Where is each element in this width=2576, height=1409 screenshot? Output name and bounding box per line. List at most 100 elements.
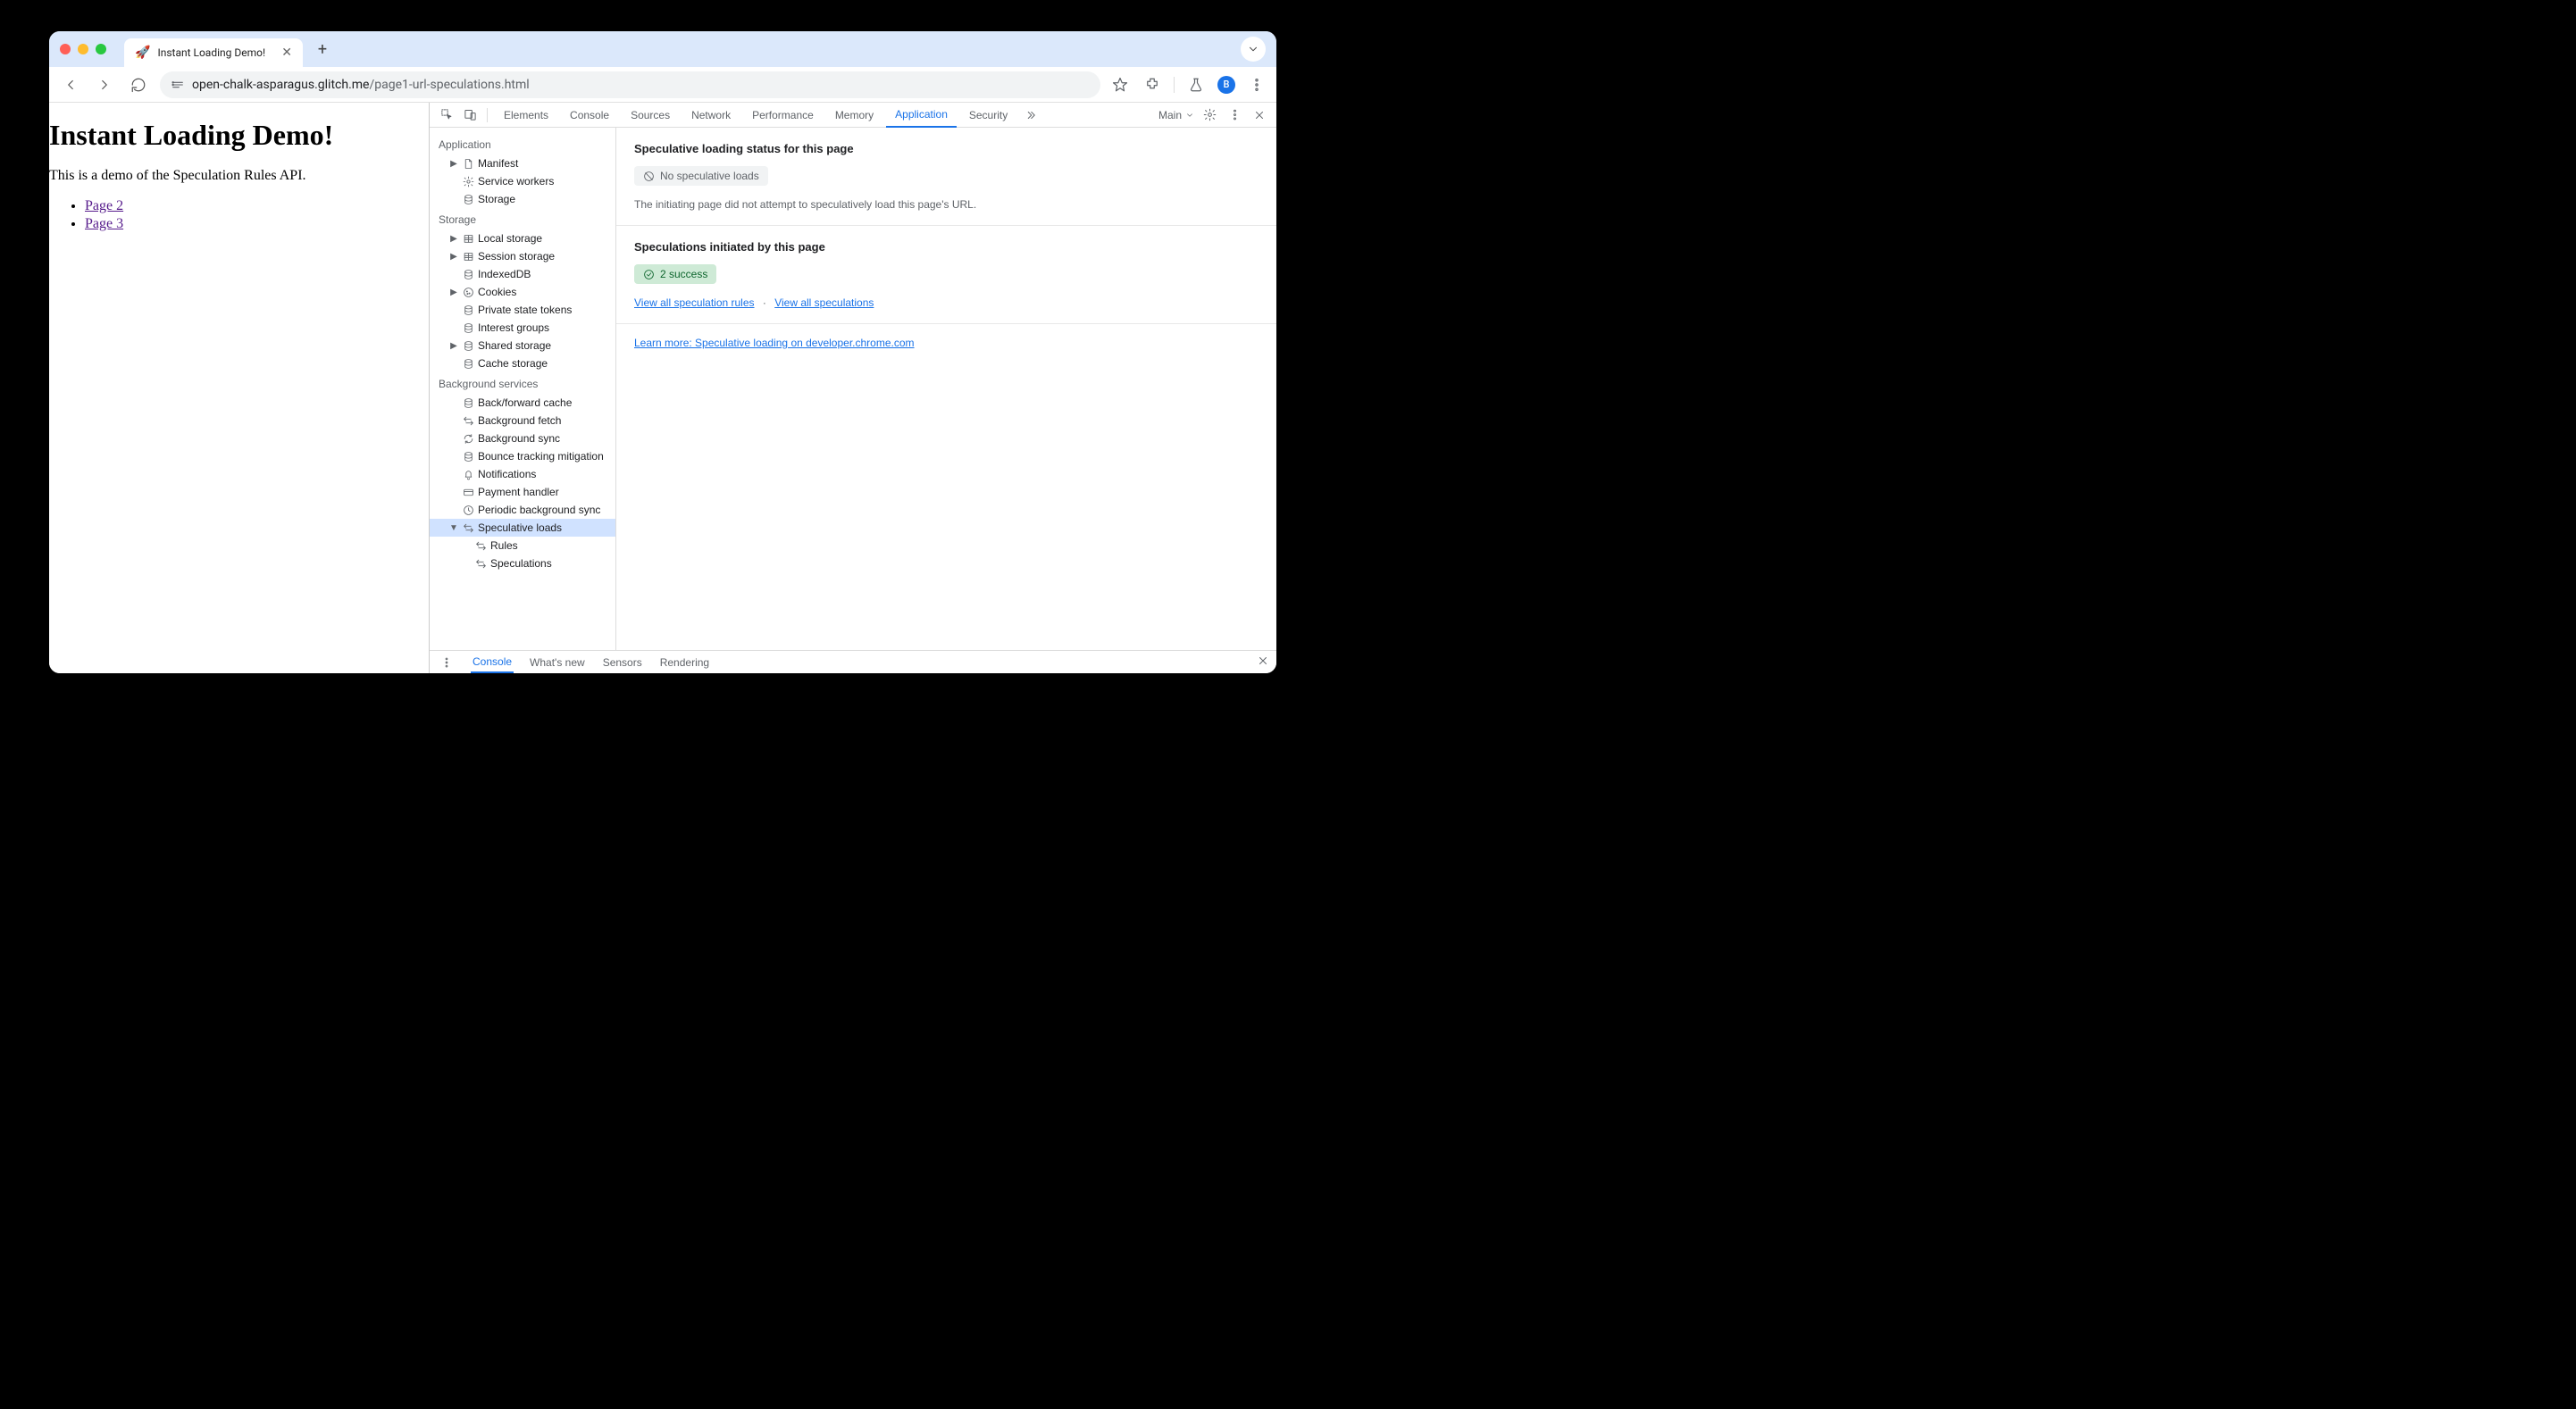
url-bar[interactable]: open-chalk-asparagus.glitch.me/page1-url…: [160, 71, 1100, 98]
db-icon: [462, 304, 474, 316]
drawer-tab-rendering[interactable]: Rendering: [658, 653, 711, 672]
separator: ·: [763, 296, 766, 309]
sidebar-item[interactable]: Private state tokens: [430, 301, 615, 319]
chevron-right-icon: ▶: [449, 341, 458, 351]
initiated-panel: Speculations initiated by this page 2 su…: [616, 226, 1276, 324]
back-button[interactable]: [58, 72, 83, 97]
sidebar-item-label: Back/forward cache: [478, 396, 572, 409]
swap-icon: [474, 539, 487, 552]
main-area: Instant Loading Demo! This is a demo of …: [49, 103, 1276, 673]
close-drawer-icon[interactable]: [1257, 654, 1269, 670]
sidebar-item[interactable]: Periodic background sync: [430, 501, 615, 519]
view-rules-link[interactable]: View all speculation rules: [634, 296, 755, 309]
close-devtools-icon[interactable]: [1250, 105, 1269, 125]
sidebar-item-label: Bounce tracking mitigation: [478, 450, 604, 463]
tab-performance[interactable]: Performance: [743, 103, 823, 128]
maximize-window-button[interactable]: [96, 44, 106, 54]
devtools-menu-icon[interactable]: [1225, 105, 1244, 125]
profile-avatar[interactable]: B: [1217, 76, 1235, 94]
db-icon: [462, 193, 474, 205]
sidebar-item[interactable]: IndexedDB: [430, 265, 615, 283]
sidebar-item[interactable]: Interest groups: [430, 319, 615, 337]
drawer-tab-sensors[interactable]: Sensors: [601, 653, 644, 672]
status-heading: Speculative loading status for this page: [634, 142, 1259, 155]
tab-overflow-button[interactable]: [1241, 37, 1266, 62]
sidebar-section-title: Storage: [430, 208, 615, 229]
more-tabs-icon[interactable]: [1020, 105, 1040, 125]
swap-icon: [462, 521, 474, 534]
sidebar-item[interactable]: ▶Local storage: [430, 229, 615, 247]
sidebar-item[interactable]: Back/forward cache: [430, 394, 615, 412]
chrome-menu-icon[interactable]: [1246, 74, 1267, 96]
sidebar-item[interactable]: Background sync: [430, 429, 615, 447]
sidebar-item[interactable]: ▶Session storage: [430, 247, 615, 265]
page-link[interactable]: Page 3: [85, 216, 123, 231]
tab-application[interactable]: Application: [886, 103, 957, 128]
sidebar-item[interactable]: Notifications: [430, 465, 615, 483]
separator: [487, 108, 488, 122]
page-link-list: Page 2 Page 3: [49, 198, 429, 232]
close-window-button[interactable]: [60, 44, 71, 54]
site-info-icon[interactable]: [171, 78, 185, 92]
initiated-heading: Speculations initiated by this page: [634, 240, 1259, 254]
sidebar-section-title: Application: [430, 133, 615, 154]
drawer-tab-console[interactable]: Console: [471, 652, 514, 673]
drawer-tab-whatsnew[interactable]: What's new: [528, 653, 587, 672]
tab-console[interactable]: Console: [561, 103, 618, 128]
sidebar-item-label: Local storage: [478, 232, 542, 245]
tab-title: Instant Loading Demo!: [157, 46, 265, 59]
status-description: The initiating page did not attempt to s…: [634, 198, 1259, 211]
close-tab-icon[interactable]: ✕: [281, 46, 292, 60]
labs-icon[interactable]: [1185, 74, 1207, 96]
sidebar-item[interactable]: ▶Cookies: [430, 283, 615, 301]
device-toggle-icon[interactable]: [460, 105, 480, 125]
sidebar-item-label: Service workers: [478, 175, 554, 188]
bookmark-icon[interactable]: [1109, 74, 1131, 96]
sidebar-item[interactable]: Storage: [430, 190, 615, 208]
view-speculations-link[interactable]: View all speculations: [774, 296, 874, 309]
sidebar-item[interactable]: Background fetch: [430, 412, 615, 429]
gear-icon: [462, 175, 474, 188]
learn-more-link[interactable]: Learn more: Speculative loading on devel…: [634, 337, 915, 349]
db-icon: [462, 396, 474, 409]
new-tab-button[interactable]: +: [310, 37, 335, 62]
sidebar-item-label: Session storage: [478, 250, 555, 263]
sidebar-item[interactable]: ▶Manifest: [430, 154, 615, 172]
minimize-window-button[interactable]: [78, 44, 88, 54]
tab-elements[interactable]: Elements: [495, 103, 557, 128]
address-bar: open-chalk-asparagus.glitch.me/page1-url…: [49, 67, 1276, 103]
block-icon: [643, 171, 655, 182]
success-badge: 2 success: [634, 264, 716, 284]
extensions-icon[interactable]: [1142, 74, 1163, 96]
list-item: Page 3: [85, 216, 429, 232]
drawer-menu-icon[interactable]: [437, 653, 456, 672]
target-selector[interactable]: Main: [1158, 109, 1194, 121]
tab-network[interactable]: Network: [682, 103, 740, 128]
tab-sources[interactable]: Sources: [622, 103, 679, 128]
sidebar-item[interactable]: Cache storage: [430, 354, 615, 372]
tab-security[interactable]: Security: [960, 103, 1016, 128]
sidebar-item-label: Manifest: [478, 157, 518, 170]
reload-button[interactable]: [126, 72, 151, 97]
tab-strip: 🚀 Instant Loading Demo! ✕ +: [124, 31, 1234, 67]
sidebar-item[interactable]: Rules: [430, 537, 615, 554]
application-detail: Speculative loading status for this page…: [616, 128, 1276, 650]
browser-tab[interactable]: 🚀 Instant Loading Demo! ✕: [124, 38, 303, 67]
list-item: Page 2: [85, 198, 429, 214]
sidebar-item[interactable]: Bounce tracking mitigation: [430, 447, 615, 465]
swap-icon: [462, 414, 474, 427]
sidebar-item[interactable]: Service workers: [430, 172, 615, 190]
learn-more-panel: Learn more: Speculative loading on devel…: [616, 324, 1276, 362]
inspect-element-icon[interactable]: [437, 105, 456, 125]
page-link[interactable]: Page 2: [85, 198, 123, 213]
sidebar-item[interactable]: ▼Speculative loads: [430, 519, 615, 537]
settings-icon[interactable]: [1200, 105, 1219, 125]
chevron-right-icon: ▶: [449, 288, 458, 297]
sidebar-item[interactable]: Speculations: [430, 554, 615, 572]
forward-button[interactable]: [92, 72, 117, 97]
sidebar-item-label: Speculations: [490, 557, 552, 570]
sidebar-item[interactable]: Payment handler: [430, 483, 615, 501]
sidebar-item[interactable]: ▶Shared storage: [430, 337, 615, 354]
tab-memory[interactable]: Memory: [826, 103, 882, 128]
check-circle-icon: [643, 269, 655, 280]
